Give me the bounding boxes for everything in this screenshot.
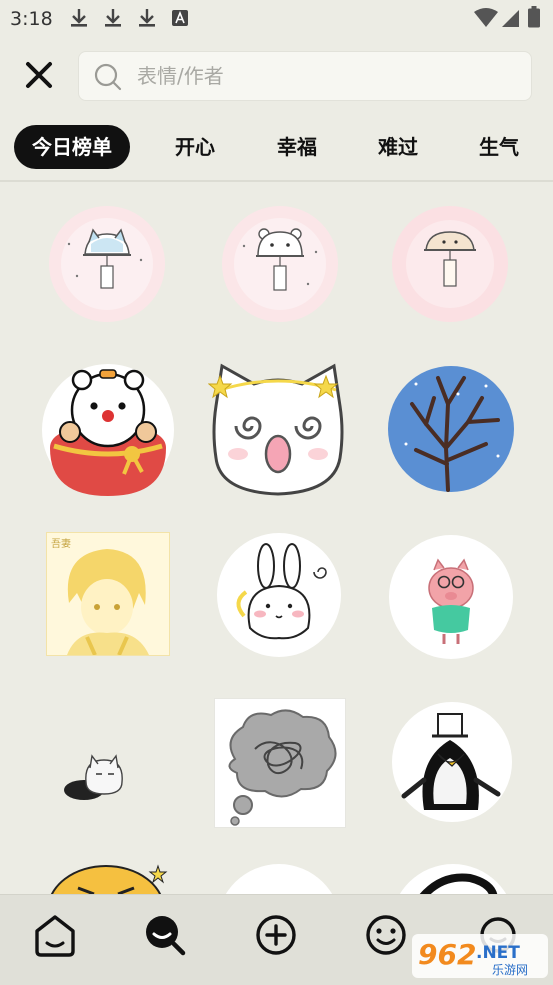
- sticker-mushroom-wind-chime[interactable]: [390, 204, 510, 324]
- download-icon: [71, 9, 87, 27]
- sticker-bunny[interactable]: [216, 532, 342, 658]
- watermark-site-name: 乐游网: [492, 963, 528, 977]
- sticker-cat-wind-chime[interactable]: [47, 204, 167, 324]
- sticker-bear-red-bag[interactable]: [40, 362, 176, 498]
- close-icon[interactable]: [20, 56, 58, 94]
- category-tabs: 今日榜单 开心 幸福 难过 生气: [0, 116, 553, 180]
- search-box[interactable]: [78, 51, 532, 101]
- tab-today-ranking[interactable]: 今日榜单: [14, 125, 130, 169]
- sticker-bear-wind-chime[interactable]: [220, 204, 340, 324]
- add-icon[interactable]: [246, 905, 306, 965]
- status-time: 3:18: [10, 8, 53, 30]
- tab-angry[interactable]: 生气: [464, 125, 534, 169]
- sticker-anime-boy[interactable]: 吾妻: [46, 532, 170, 656]
- sticker-white-circle[interactable]: [216, 864, 342, 894]
- sticker-snow-tree[interactable]: [386, 364, 516, 494]
- sticker-penguin-hat[interactable]: [390, 700, 514, 824]
- battery-icon: [528, 6, 540, 28]
- tab-happy[interactable]: 开心: [160, 125, 230, 169]
- sticker-pink-pig[interactable]: [388, 534, 514, 660]
- tab-sad[interactable]: 难过: [363, 125, 433, 169]
- status-bar: 3:18: [0, 0, 553, 36]
- signal-icon: [502, 10, 519, 27]
- download-icon: [105, 9, 121, 27]
- download-icon: [139, 9, 155, 27]
- top-bar: [0, 36, 553, 116]
- sticker-cat-hole[interactable]: [64, 752, 128, 804]
- wifi-icon: [474, 8, 498, 27]
- tab-blessed[interactable]: 幸福: [262, 125, 332, 169]
- sticker-grid: 吾妻: [0, 182, 553, 894]
- watermark-number: 962: [418, 938, 476, 971]
- emoji-icon[interactable]: [356, 905, 416, 965]
- sticker-stamp-text: 吾妻: [51, 539, 71, 550]
- search-icon: [94, 63, 122, 91]
- home-icon[interactable]: [25, 905, 85, 965]
- search-icon[interactable]: [135, 905, 195, 965]
- anime-boy-illustration: [67, 549, 149, 656]
- watermark-suffix: .NET: [476, 943, 520, 963]
- sticker-black-hair[interactable]: [390, 864, 516, 894]
- search-input[interactable]: [137, 52, 507, 100]
- sticker-dizzy-cat[interactable]: [208, 362, 348, 502]
- font-a-icon: [172, 10, 188, 26]
- sticker-messy-thought[interactable]: [214, 698, 346, 828]
- watermark-logo: 962 .NET 乐游网: [412, 934, 548, 978]
- site-watermark: 962 .NET 乐游网: [412, 934, 548, 978]
- sticker-angry-face[interactable]: [46, 864, 172, 894]
- messy-thought-illustration: [228, 709, 337, 826]
